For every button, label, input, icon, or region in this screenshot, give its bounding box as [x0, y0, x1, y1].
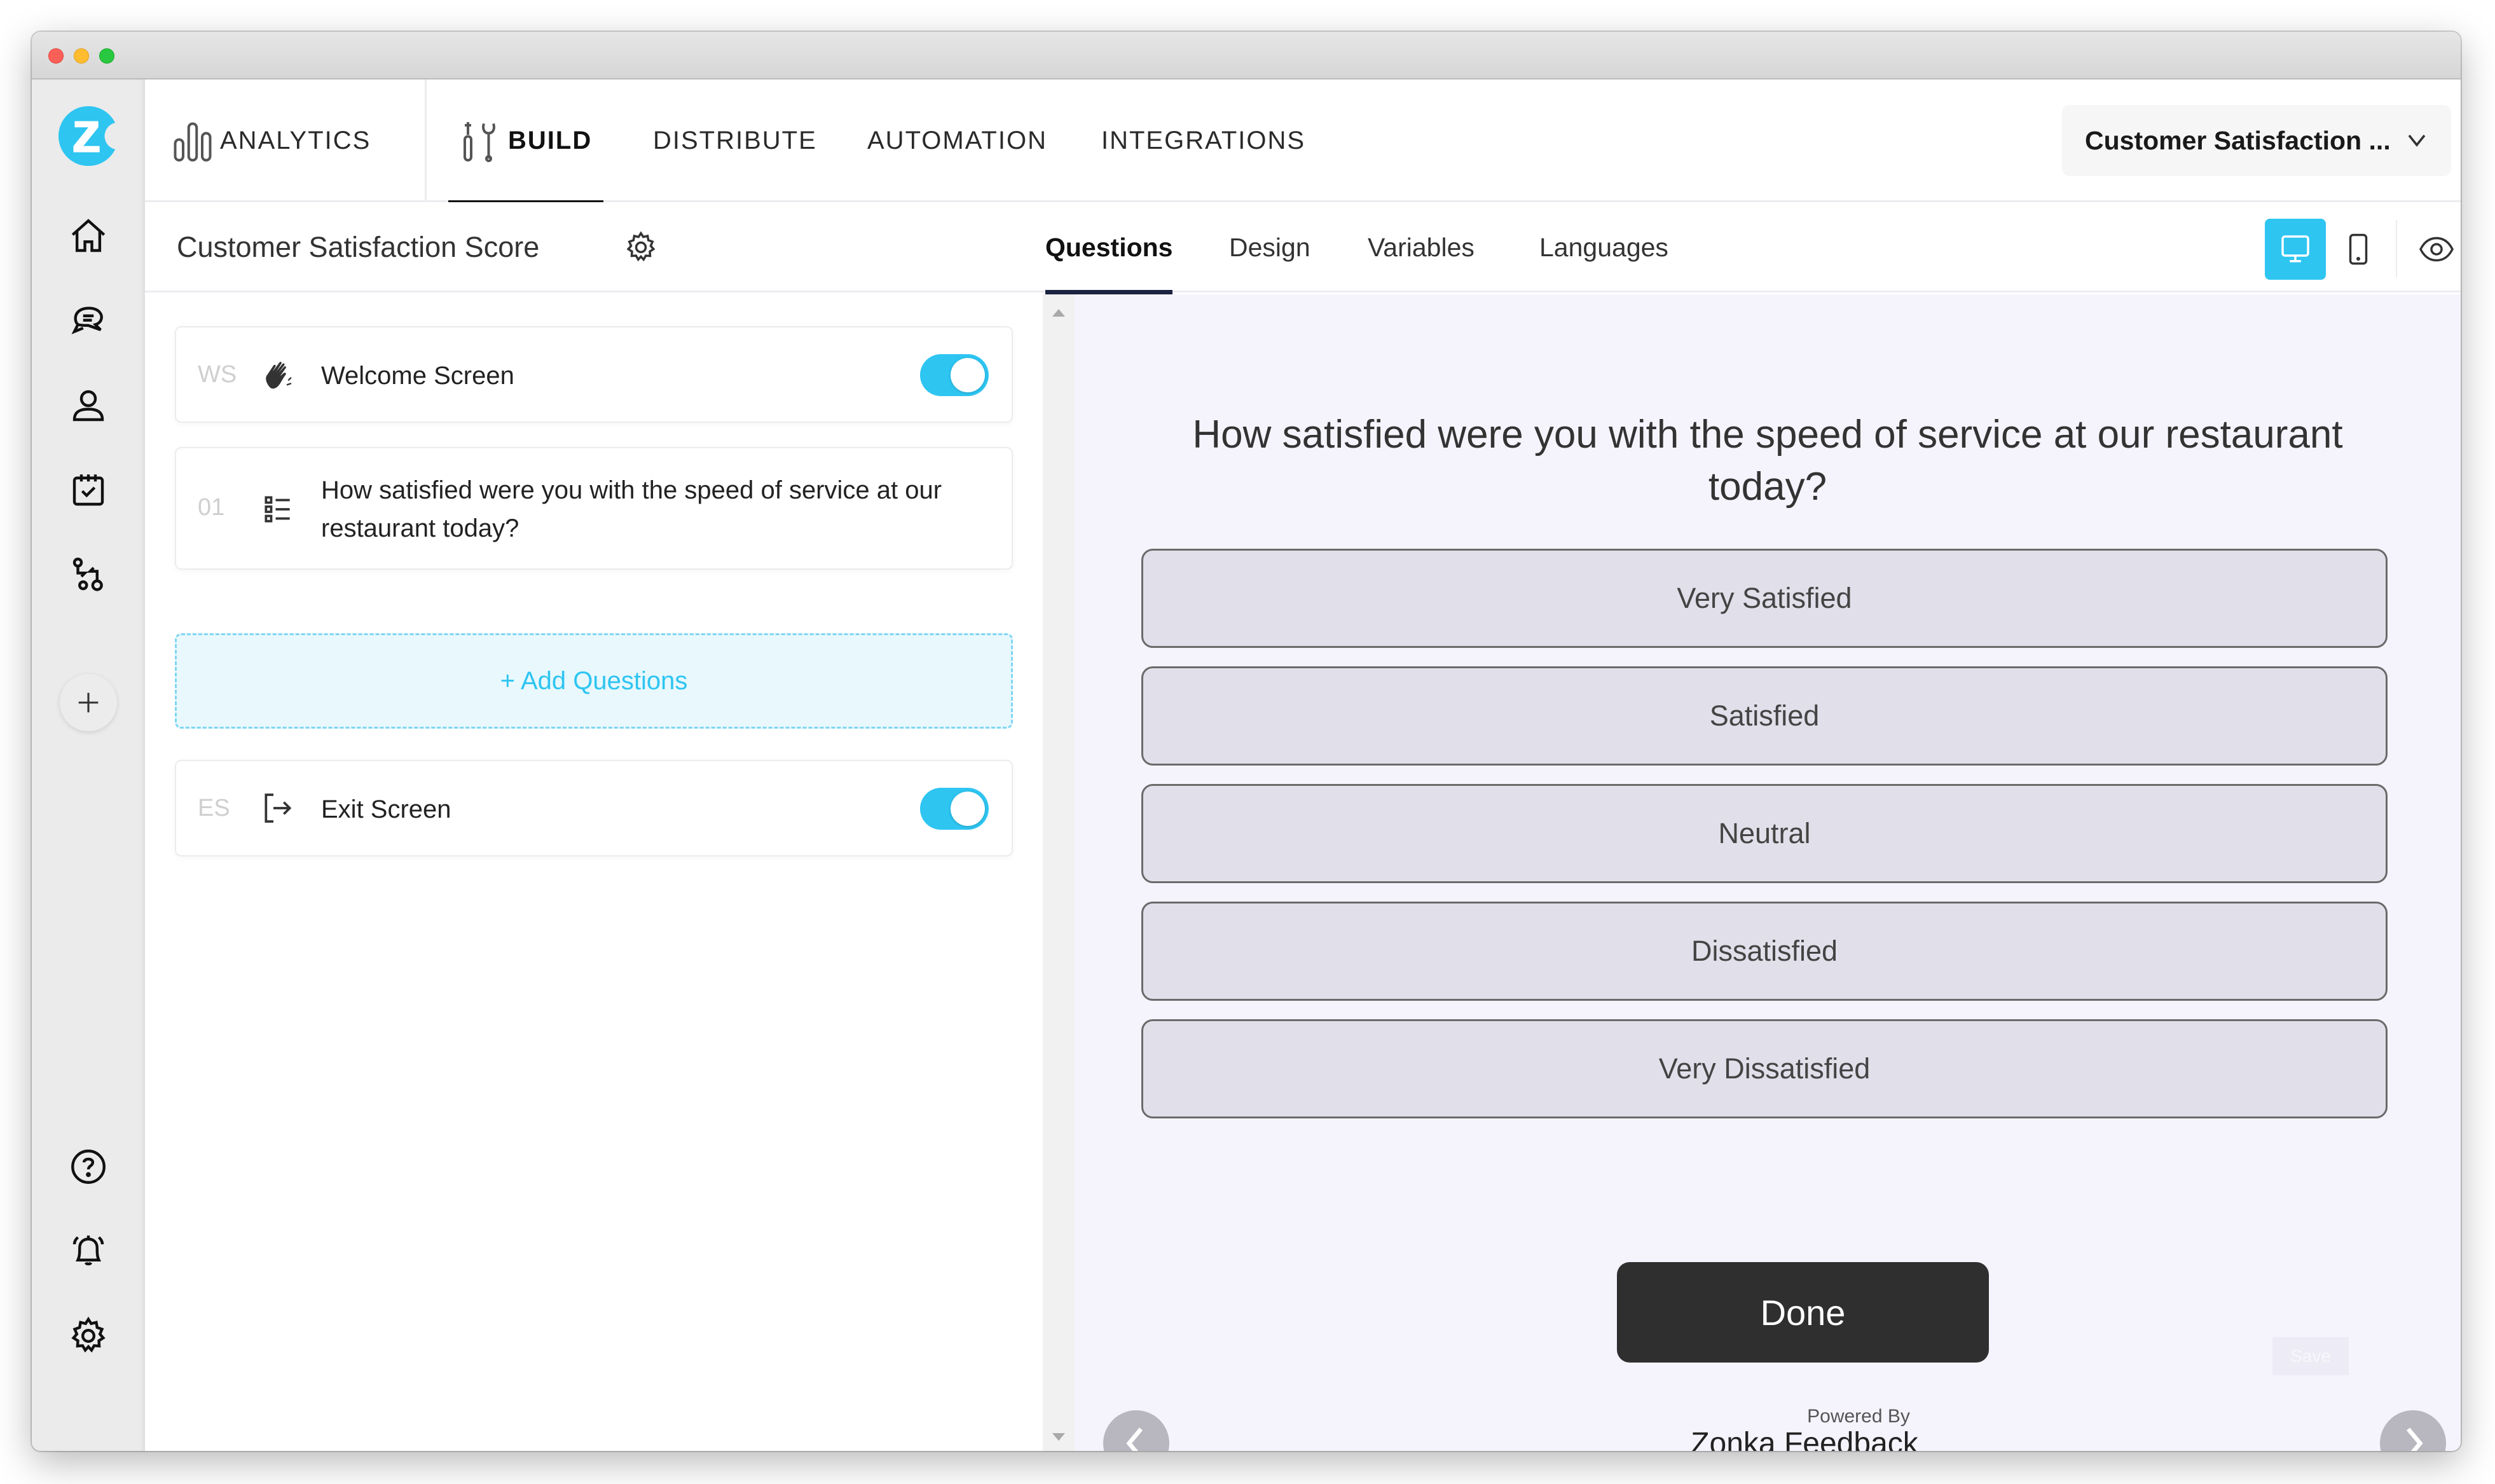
preview-button[interactable]: [2406, 219, 2461, 280]
calendar-check-icon[interactable]: [66, 468, 111, 512]
exit-screen-card[interactable]: ES Exit Screen: [175, 760, 1013, 856]
nav-analytics[interactable]: ANALYTICS: [172, 79, 371, 202]
done-button[interactable]: Done: [1617, 1262, 1989, 1363]
analytics-bars-icon: [174, 122, 212, 161]
app-window: ANALYTICS BUILD DISTRIBUTE AUTOMATION IN…: [32, 32, 2461, 1451]
toggle-knob: [951, 358, 985, 392]
eye-icon: [2419, 237, 2454, 262]
nav-build[interactable]: BUILD: [448, 79, 604, 204]
nav-label: AUTOMATION: [867, 127, 1047, 155]
zonka-logo[interactable]: [57, 105, 132, 167]
choice-option[interactable]: Dissatisfied: [1141, 902, 2388, 1001]
card-code: WS: [198, 361, 237, 388]
help-circle-icon[interactable]: [66, 1144, 111, 1189]
top-navigation: ANALYTICS BUILD DISTRIBUTE AUTOMATION IN…: [145, 79, 2461, 204]
welcome-screen-toggle[interactable]: [920, 354, 989, 396]
bell-ringing-icon[interactable]: [66, 1229, 111, 1274]
previous-button[interactable]: [1103, 1410, 1169, 1451]
toggle-knob: [951, 792, 985, 826]
toolbar-divider: [2396, 220, 2397, 277]
chevron-right-icon: [2406, 1427, 2423, 1451]
desktop-view-button[interactable]: [2265, 219, 2326, 280]
nav-label: BUILD: [508, 127, 593, 155]
survey-selector-value: Customer Satisfaction ...: [2085, 125, 2391, 155]
preview-question: How satisfied were you with the speed of…: [1192, 413, 2343, 509]
scroll-down-arrow[interactable]: [1052, 1433, 1065, 1441]
desktop-icon: [2281, 235, 2309, 263]
nav-label: INTEGRATIONS: [1101, 127, 1306, 155]
choice-option[interactable]: Very Satisfied: [1141, 549, 2388, 648]
nav-divider: [425, 79, 427, 202]
waving-hand-icon: [266, 362, 292, 389]
question-list-panel: WS Welcome Screen 01 How satisfied were …: [145, 294, 1043, 1451]
brand-name: Zonka Feedback: [1691, 1427, 1918, 1452]
card-code: 01: [198, 494, 225, 521]
question-card[interactable]: 01 How satisfied were you with the speed…: [175, 447, 1013, 570]
card-label: Welcome Screen: [321, 362, 514, 390]
chevron-down-icon: [2408, 134, 2426, 147]
card-code: ES: [198, 795, 230, 821]
chevron-left-icon: [1126, 1427, 1143, 1451]
gear-icon[interactable]: [66, 1314, 111, 1358]
survey-preview: How satisfied were you with the speed of…: [1075, 294, 2461, 1451]
survey-settings-gear-icon[interactable]: [623, 230, 659, 265]
panel-scrollbar[interactable]: [1043, 294, 1075, 1451]
add-button[interactable]: [60, 674, 117, 731]
mobile-view-button[interactable]: [2328, 219, 2389, 280]
powered-by-footer[interactable]: Powered By Zonka Feedback: [1626, 1406, 1983, 1451]
minimize-window-button[interactable]: [74, 48, 89, 64]
nav-label: DISTRIBUTE: [653, 127, 817, 155]
nav-distribute[interactable]: DISTRIBUTE: [653, 79, 817, 202]
welcome-screen-card[interactable]: WS Welcome Screen: [175, 326, 1013, 423]
build-tools-icon: [464, 121, 495, 162]
mobile-icon: [2349, 233, 2368, 265]
tab-label: Variables: [1368, 232, 1474, 262]
tab-design[interactable]: Design: [1229, 202, 1310, 292]
list-choice-icon: [265, 496, 290, 523]
tab-label: Questions: [1045, 232, 1173, 262]
tab-label: Languages: [1539, 232, 1668, 262]
title-bar: [32, 32, 2461, 79]
sub-header: Customer Satisfaction Score Questions De…: [145, 202, 2461, 294]
home-icon[interactable]: [66, 214, 111, 259]
nav-label: ANALYTICS: [220, 127, 371, 155]
workflow-icon[interactable]: [66, 553, 111, 597]
save-button[interactable]: Save: [2272, 1337, 2349, 1375]
tab-variables[interactable]: Variables: [1368, 202, 1474, 292]
card-label: How satisfied were you with the speed of…: [321, 476, 942, 542]
tab-questions[interactable]: Questions: [1045, 202, 1173, 294]
choice-option[interactable]: Neutral: [1141, 784, 2388, 883]
survey-title: Customer Satisfaction Score: [177, 231, 540, 263]
scroll-up-arrow[interactable]: [1052, 309, 1065, 317]
choice-option[interactable]: Satisfied: [1141, 666, 2388, 766]
sidebar: [32, 79, 145, 1451]
powered-by-label: Powered By: [1807, 1406, 1910, 1427]
close-window-button[interactable]: [48, 48, 64, 64]
nav-integrations[interactable]: INTEGRATIONS: [1101, 79, 1305, 202]
choice-option[interactable]: Very Dissatisfied: [1141, 1019, 2388, 1118]
card-label: Exit Screen: [321, 795, 451, 823]
tab-languages[interactable]: Languages: [1539, 202, 1668, 292]
tab-label: Design: [1229, 232, 1310, 262]
survey-selector[interactable]: Customer Satisfaction ...: [2062, 105, 2451, 176]
user-icon[interactable]: [66, 383, 111, 428]
maximize-window-button[interactable]: [99, 48, 114, 64]
add-questions-button[interactable]: + Add Questions: [175, 633, 1013, 729]
next-button[interactable]: [2380, 1410, 2446, 1451]
nav-automation[interactable]: AUTOMATION: [867, 79, 1047, 202]
active-tab-indicator: [1045, 290, 1173, 294]
plus-icon: [78, 692, 99, 713]
chat-bubbles-icon[interactable]: [66, 299, 111, 343]
exit-screen-toggle[interactable]: [920, 788, 989, 830]
exit-icon: [265, 794, 292, 823]
